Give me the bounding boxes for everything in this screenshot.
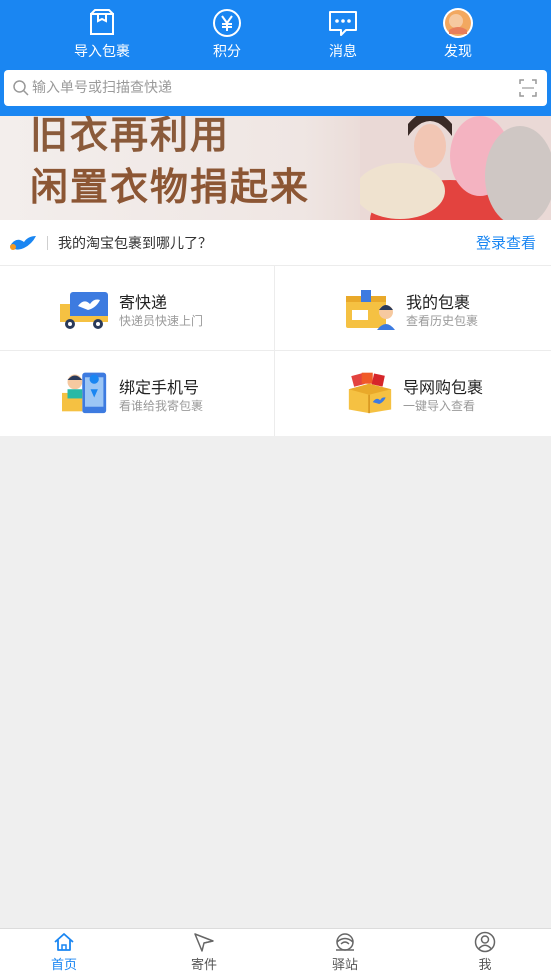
nav-points-label: 积分: [213, 44, 241, 60]
discover-avatar-icon: [443, 8, 473, 38]
nav-messages-label: 消息: [329, 44, 357, 60]
grid-subtitle: 查看历史包裹: [406, 314, 479, 328]
tab-me[interactable]: 我: [445, 931, 525, 974]
send-icon: [194, 933, 214, 952]
home-icon: [54, 933, 74, 951]
query-text: 我的淘宝包裹到哪儿了？: [58, 236, 212, 252]
banner-pagination: [265, 210, 285, 220]
grid-import-online-shopping[interactable]: 导网购包裹 一键导入查看: [275, 351, 550, 436]
nav-points[interactable]: 积分: [177, 6, 277, 66]
promo-banner[interactable]: 旧衣再利用 闲置衣物捐起来: [0, 116, 551, 220]
tab-station-label: 驿站: [331, 958, 358, 973]
profile-icon: [474, 931, 496, 953]
tab-station[interactable]: 驿站: [305, 931, 385, 974]
header: 导入包裹 积分 消息 发现: [0, 0, 551, 116]
service-grid: 寄快递 快递员快速上门 我的包裹 查看历史包裹 绑定手机号 看谁给我寄包裹 导网…: [0, 266, 551, 436]
import-package-icon: [90, 9, 114, 35]
grid-bind-phone[interactable]: 绑定手机号 看谁给我寄包裹: [0, 351, 275, 436]
nav-discover[interactable]: 发现: [408, 6, 508, 66]
tab-home[interactable]: 首页: [24, 931, 104, 974]
banner-subheadline: 闲置衣物捐起来: [30, 165, 311, 209]
grid-subtitle: 快递员快速上门: [119, 314, 204, 328]
nav-discover-label: 发现: [444, 44, 472, 60]
search-bar[interactable]: [4, 70, 547, 106]
banner-headline: 旧衣再利用: [30, 116, 231, 157]
my-package-icon: [346, 290, 395, 330]
nav-messages[interactable]: 消息: [293, 6, 393, 66]
message-icon: [329, 11, 357, 36]
tab-send-label: 寄件: [190, 958, 217, 973]
search-input[interactable]: [32, 76, 502, 100]
tab-home-label: 首页: [50, 958, 77, 973]
taobao-query-bar[interactable]: 我的淘宝包裹到哪儿了？ 登录查看: [0, 220, 551, 266]
bind-phone-icon: [62, 372, 107, 414]
bottom-tab-bar: 首页 寄件 驿站 我: [0, 928, 551, 974]
banner-photo: [360, 116, 551, 220]
station-icon: [336, 933, 354, 951]
login-view-link[interactable]: 登录查看: [476, 232, 536, 253]
delivery-truck-icon: [60, 292, 108, 329]
nav-import-package-label: 导入包裹: [74, 44, 130, 60]
tab-send[interactable]: 寄件: [164, 931, 244, 974]
grid-my-packages[interactable]: 我的包裹 查看历史包裹: [275, 266, 550, 351]
points-yen-icon: [213, 9, 241, 37]
grid-title: 寄快递: [119, 293, 168, 312]
grid-send-express[interactable]: 寄快递 快递员快速上门: [0, 266, 275, 351]
grid-divider-horizontal: [0, 350, 551, 351]
grid-subtitle: 一键导入查看: [403, 399, 476, 413]
search-icon: [13, 80, 29, 96]
grid-subtitle: 看谁给我寄包裹: [119, 399, 204, 413]
grid-divider-vertical: [274, 266, 275, 436]
cainiao-bird-icon: [10, 236, 36, 250]
scan-icon[interactable]: [519, 79, 537, 97]
grid-title: 我的包裹: [406, 293, 471, 312]
divider: [47, 236, 48, 250]
tab-me-label: 我: [478, 958, 492, 973]
online-shopping-box-icon: [348, 372, 392, 414]
nav-import-package[interactable]: 导入包裹: [52, 6, 152, 66]
top-nav: 导入包裹 积分 消息 发现: [0, 0, 551, 66]
grid-title: 导网购包裹: [403, 378, 484, 397]
grid-title: 绑定手机号: [119, 378, 200, 397]
